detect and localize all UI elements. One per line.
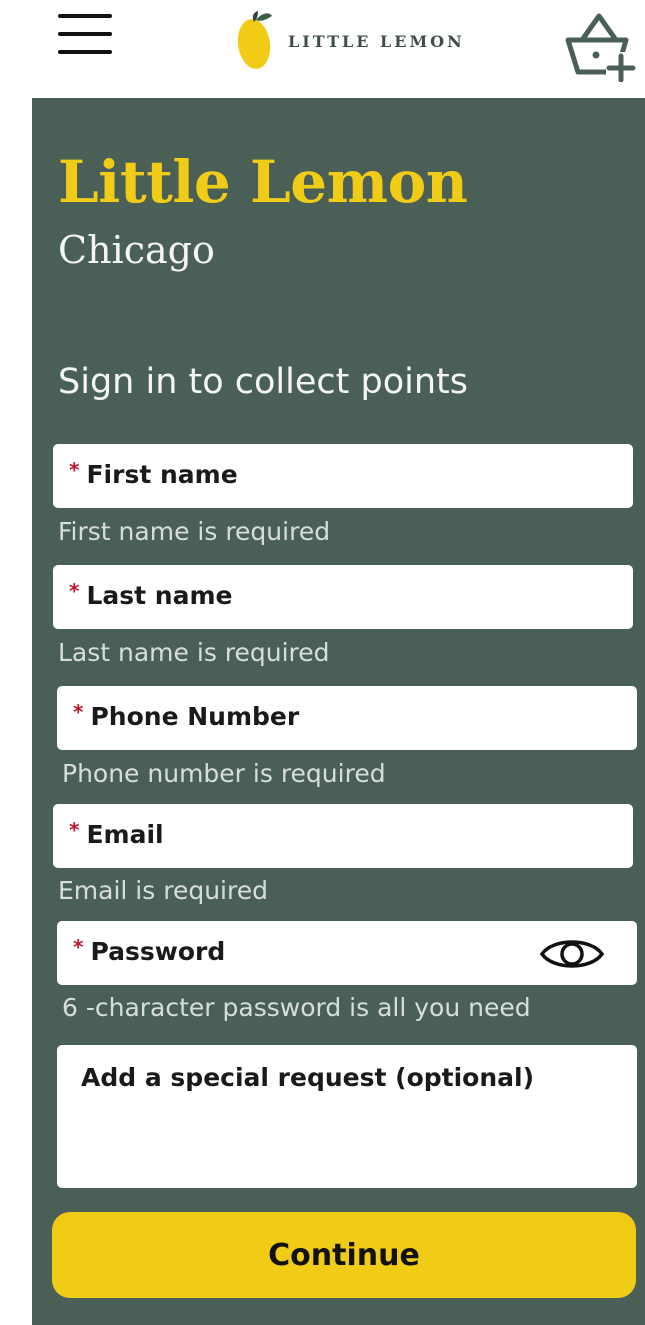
first-name-field[interactable]: * First name — [53, 444, 633, 508]
first-name-label-wrap: * First name — [69, 458, 238, 489]
brand-city: Chicago — [58, 228, 215, 272]
password-field[interactable]: * Password — [57, 921, 637, 985]
password-label-wrap: * Password — [73, 935, 226, 966]
last-name-helper: Last name is required — [58, 638, 330, 667]
page: LITTLE LEMON Little Lemon Chicago Sign i… — [0, 0, 645, 1325]
password-label: Password — [90, 937, 226, 966]
email-helper: Email is required — [58, 876, 268, 905]
required-marker: * — [73, 700, 84, 724]
eye-icon[interactable] — [539, 935, 605, 973]
basket-add-icon[interactable] — [562, 10, 636, 82]
signin-panel: Little Lemon Chicago Sign in to collect … — [32, 98, 645, 1325]
required-marker: * — [69, 458, 80, 482]
password-helper: 6 -character password is all you need — [62, 993, 531, 1022]
phone-number-label: Phone Number — [90, 702, 300, 731]
required-marker: * — [69, 818, 80, 842]
top-app-bar: LITTLE LEMON — [0, 0, 645, 98]
first-name-label: First name — [86, 460, 238, 489]
brand-title: Little Lemon — [58, 148, 468, 216]
special-request-textarea[interactable]: Add a special request (optional) — [57, 1045, 637, 1188]
lemon-icon — [237, 11, 272, 69]
first-name-helper: First name is required — [58, 517, 331, 546]
required-marker: * — [73, 935, 84, 959]
logo[interactable]: LITTLE LEMON — [234, 6, 465, 72]
last-name-field[interactable]: * Last name — [53, 565, 633, 629]
form-heading: Sign in to collect points — [58, 362, 468, 402]
logo-text: LITTLE LEMON — [288, 31, 465, 51]
last-name-label: Last name — [86, 581, 233, 610]
phone-number-label-wrap: * Phone Number — [73, 700, 300, 731]
continue-button[interactable]: Continue — [52, 1212, 636, 1298]
email-label-wrap: * Email — [69, 818, 164, 849]
required-marker: * — [69, 579, 80, 603]
hamburger-menu-icon[interactable] — [58, 12, 112, 56]
email-field[interactable]: * Email — [53, 804, 633, 868]
phone-number-helper: Phone number is required — [62, 759, 386, 788]
phone-number-field[interactable]: * Phone Number — [57, 686, 637, 750]
last-name-label-wrap: * Last name — [69, 579, 233, 610]
email-label: Email — [86, 820, 164, 849]
special-request-placeholder: Add a special request (optional) — [81, 1063, 535, 1092]
